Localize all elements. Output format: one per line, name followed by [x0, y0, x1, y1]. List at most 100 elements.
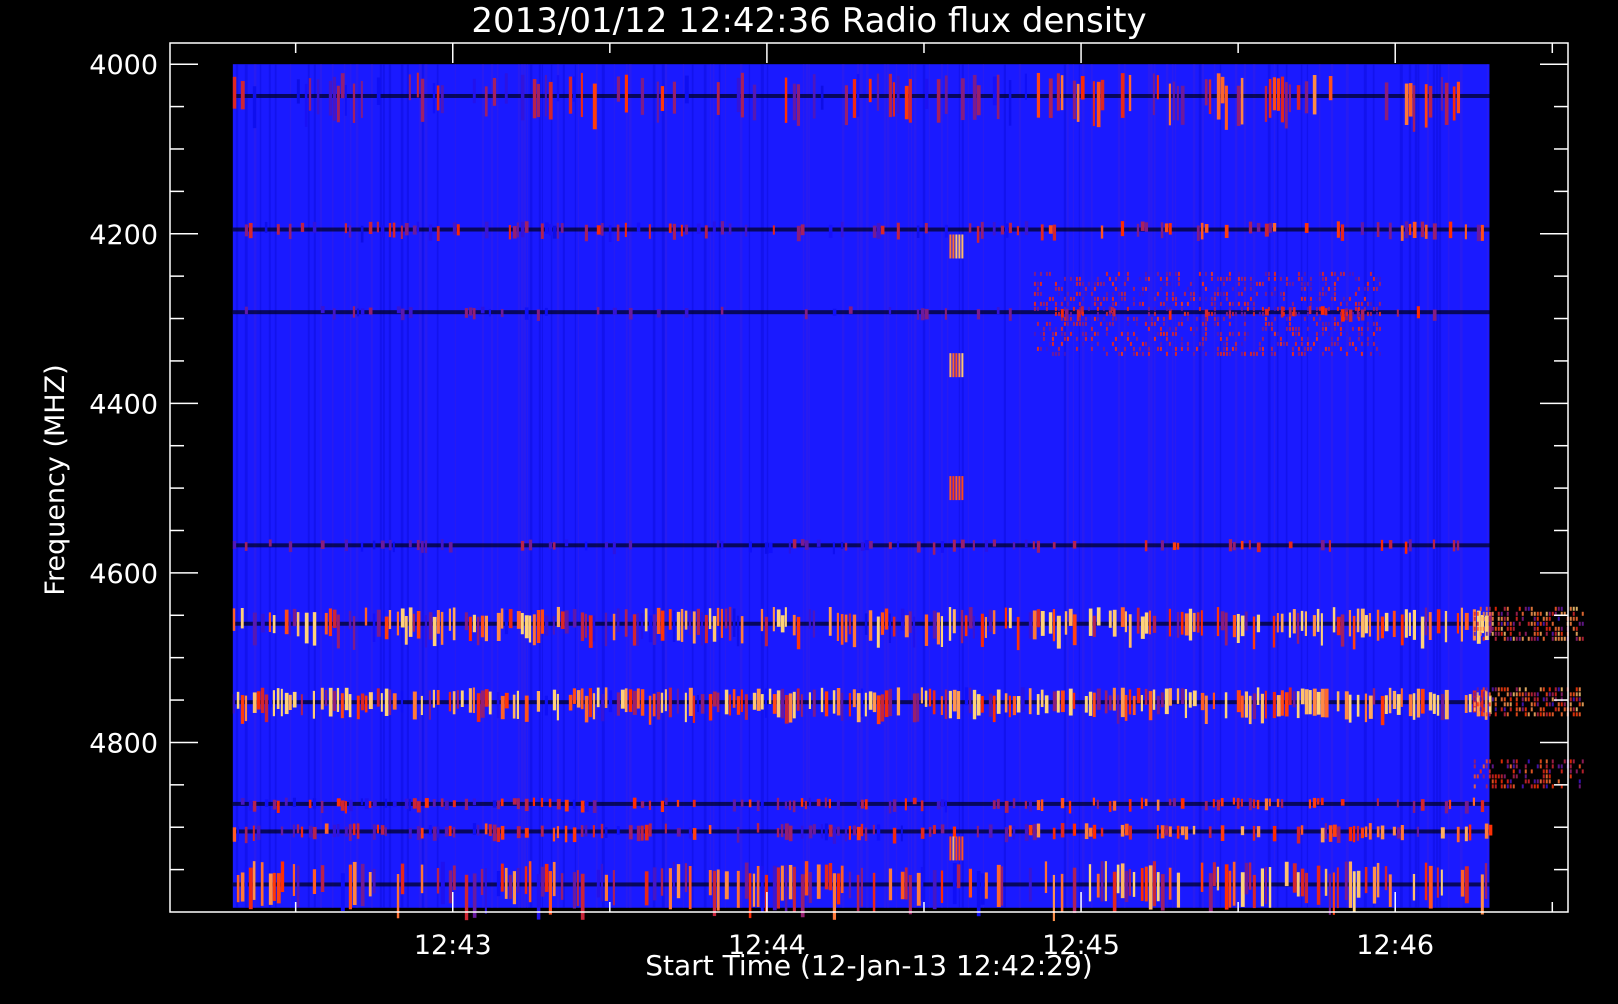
band-cell — [580, 873, 585, 920]
band-cell — [312, 826, 317, 840]
patch-cell — [1174, 271, 1177, 276]
patch-cell — [1087, 306, 1090, 311]
band-cell — [1448, 221, 1453, 239]
band-cell — [568, 694, 573, 711]
band-cell — [636, 688, 640, 709]
patch-cell — [1069, 296, 1072, 301]
patch-cell — [1575, 769, 1578, 774]
patch-cell — [1503, 636, 1506, 641]
band-cell — [560, 873, 564, 900]
patch-cell — [1506, 784, 1509, 789]
band-cell — [1008, 308, 1012, 321]
patch-cell — [1231, 331, 1234, 336]
band-cell — [360, 863, 365, 907]
band-cell — [340, 73, 345, 99]
patch-cell — [1509, 636, 1512, 641]
band-cell — [1468, 694, 1472, 713]
patch-cell — [1093, 301, 1096, 306]
patch-cell — [1093, 286, 1096, 291]
time-column — [1399, 64, 1403, 908]
patch-cell — [1339, 346, 1342, 351]
time-column — [577, 64, 580, 908]
band-cell — [1036, 823, 1041, 838]
band-cell — [1300, 825, 1304, 835]
band-cell — [1352, 615, 1356, 650]
band-cell — [1044, 861, 1048, 894]
patch-cell — [1563, 636, 1566, 641]
band-cell — [756, 865, 760, 908]
patch-cell — [1039, 291, 1042, 296]
band-cell — [1428, 612, 1432, 640]
time-column — [910, 64, 913, 908]
band-cell — [1240, 540, 1244, 550]
band-cell — [508, 874, 512, 899]
band-cell — [624, 74, 628, 113]
y-tick-label: 4800 — [89, 728, 158, 759]
band-cell — [1068, 688, 1073, 716]
band-cell — [512, 694, 516, 719]
band-cell — [476, 616, 480, 646]
band-cell — [548, 871, 552, 915]
band-cell — [1336, 867, 1339, 909]
band-cell — [404, 798, 409, 809]
patch-cell — [1497, 626, 1500, 631]
patch-cell — [1357, 316, 1360, 321]
band-cell — [1160, 540, 1164, 551]
patch-cell — [1132, 316, 1135, 321]
patch-cell — [1357, 326, 1360, 331]
patch-cell — [1033, 271, 1036, 276]
patch-cell — [1057, 351, 1060, 356]
patch-cell — [1126, 316, 1129, 321]
band-cell — [252, 86, 257, 129]
band-cell — [688, 687, 693, 716]
band-cell — [448, 691, 452, 712]
patch-cell — [1075, 281, 1078, 286]
patch-cell — [1225, 311, 1228, 316]
band-cell — [592, 825, 595, 838]
band-cell — [1400, 225, 1404, 241]
band-cell — [1376, 826, 1380, 838]
patch-cell — [1318, 316, 1321, 321]
patch-cell — [1494, 774, 1497, 779]
patch-cell — [1569, 769, 1572, 774]
band-cell — [1328, 76, 1333, 101]
band-cell — [1412, 873, 1416, 901]
band-cell — [320, 687, 324, 710]
band-cell — [1368, 695, 1373, 719]
band-cell — [748, 799, 752, 808]
band-cell — [972, 74, 977, 120]
patch-cell — [1494, 687, 1497, 692]
band-cell — [980, 873, 985, 905]
band-cell — [684, 610, 688, 630]
patch-cell — [1485, 759, 1488, 764]
band-cell — [996, 689, 1001, 714]
band-cell — [1420, 221, 1425, 238]
patch-cell — [1330, 341, 1333, 346]
patch-cell — [1554, 636, 1557, 641]
patch-cell — [1150, 316, 1153, 321]
patch-cell — [1180, 316, 1183, 321]
band-cell — [1428, 692, 1433, 711]
band-cell — [348, 225, 352, 238]
patch-cell — [1476, 774, 1479, 779]
burst-mark — [958, 353, 961, 378]
band-cell — [864, 827, 868, 841]
band-cell — [1284, 692, 1289, 717]
patch-cell — [1165, 351, 1168, 356]
patch-cell — [1581, 636, 1584, 641]
patch-cell — [1554, 631, 1557, 636]
band-cell — [968, 223, 972, 233]
patch-cell — [1551, 611, 1554, 616]
patch-cell — [1267, 271, 1270, 276]
band-cell — [1464, 612, 1469, 630]
band-cell — [808, 871, 812, 903]
patch-cell — [1494, 784, 1497, 789]
patch-cell — [1300, 296, 1303, 301]
band-cell — [1140, 797, 1144, 809]
band-cell — [272, 872, 276, 901]
time-column — [388, 64, 392, 908]
band-cell — [468, 307, 473, 316]
burst-mark — [955, 476, 958, 501]
patch-cell — [1318, 296, 1321, 301]
band-cell — [1240, 77, 1244, 125]
